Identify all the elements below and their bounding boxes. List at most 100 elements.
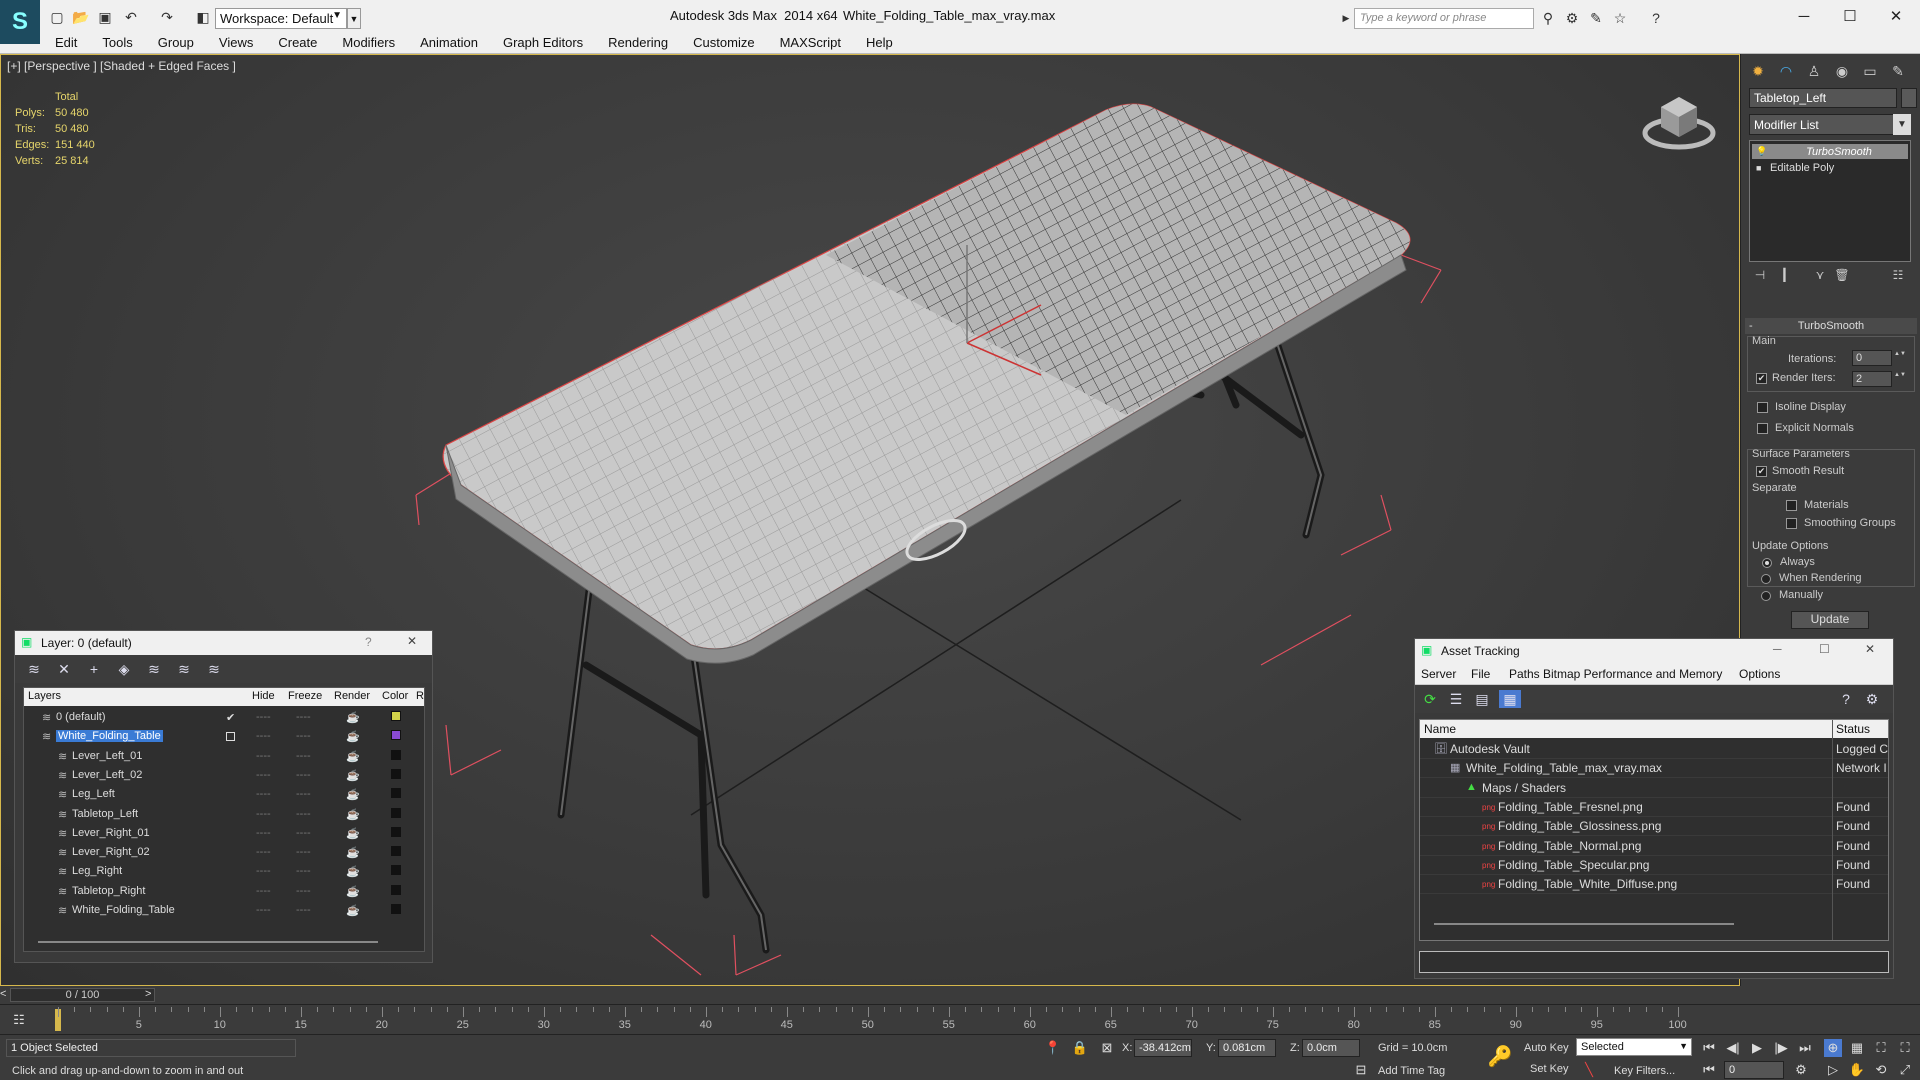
layer-color-swatch[interactable]	[391, 749, 401, 760]
render-teapot-icon[interactable]: ☕	[346, 769, 360, 782]
freeze-toggle[interactable]: ----	[296, 846, 311, 858]
asset-row[interactable]: 🗄 Autodesk Vault Logged C	[1420, 740, 1888, 759]
grid-view-icon[interactable]: ▦	[1499, 690, 1521, 708]
zoom-extents-all-icon[interactable]: ⛶	[1896, 1039, 1914, 1057]
open-file-icon[interactable]: 📂	[72, 9, 90, 25]
set-keys-mode-icon[interactable]: ╲	[1580, 1061, 1598, 1079]
layer-row[interactable]: ≋ White_Folding_Table ---- ---- ☕	[24, 727, 424, 746]
menu-tools[interactable]: Tools	[102, 35, 132, 50]
current-frame-field[interactable]: 0	[1724, 1061, 1784, 1079]
create-tab-icon[interactable]: ✹	[1745, 60, 1771, 82]
always-radio[interactable]	[1762, 558, 1772, 568]
hide-toggle[interactable]: ----	[256, 846, 271, 858]
hierarchy-tab-icon[interactable]: ♙	[1801, 60, 1827, 82]
render-teapot-icon[interactable]: ☕	[346, 730, 360, 743]
app-logo-icon[interactable]: S	[0, 0, 40, 44]
layer-color-swatch[interactable]	[391, 711, 401, 721]
menu-customize[interactable]: Customize	[693, 35, 754, 50]
when-rendering-radio[interactable]	[1761, 574, 1771, 584]
utilities-tab-icon[interactable]: ✎	[1885, 60, 1911, 82]
col-status[interactable]: Status	[1836, 722, 1870, 736]
set-active-checkbox[interactable]	[226, 732, 235, 742]
layer-color-swatch[interactable]	[391, 846, 401, 857]
turbosmooth-rollout-header[interactable]: - TurboSmooth	[1745, 318, 1917, 334]
next-key-icon[interactable]: |▶	[1772, 1039, 1790, 1057]
maximize-viewport-icon[interactable]: ⤢	[1896, 1061, 1914, 1079]
new-file-icon[interactable]: ▢	[48, 9, 66, 25]
x-coordinate-field[interactable]: -38.412cm	[1134, 1039, 1192, 1057]
freeze-toggle[interactable]: ----	[296, 788, 311, 800]
viewport-label[interactable]: [+] [Perspective ] [Shaded + Edged Faces…	[7, 59, 236, 73]
create-layer-icon[interactable]: ≋	[23, 660, 45, 678]
render-teapot-icon[interactable]: ☕	[346, 711, 360, 724]
layer-name[interactable]: Lever_Left_02	[72, 769, 142, 781]
hide-toggle[interactable]: ----	[256, 730, 271, 742]
freeze-toggle[interactable]: ----	[296, 711, 311, 723]
layer-color-swatch[interactable]	[391, 788, 401, 799]
hide-toggle[interactable]: ----	[256, 808, 271, 820]
redo-icon[interactable]: ↷	[158, 9, 176, 25]
workspace-select[interactable]: Workspace: Default ▼	[215, 8, 347, 29]
minimize-icon[interactable]: ─	[1784, 4, 1824, 28]
menu-create[interactable]: Create	[278, 35, 317, 50]
y-coordinate-field[interactable]: 0.081cm	[1218, 1039, 1276, 1057]
zoom-icon[interactable]: ⊕	[1824, 1039, 1842, 1057]
horizontal-scrollbar[interactable]	[1434, 923, 1734, 925]
selection-set-dropdown[interactable]: Selected ▼	[1576, 1038, 1692, 1056]
layer-row[interactable]: ≋ Leg_Left ---- ---- ☕	[24, 785, 424, 804]
settings-icon[interactable]: ⚙	[1861, 690, 1883, 708]
freeze-toggle[interactable]: ----	[296, 730, 311, 742]
motion-tab-icon[interactable]: ◉	[1829, 60, 1855, 82]
time-slider[interactable]: 0 / 100	[10, 988, 155, 1002]
layer-name[interactable]: 0 (default)	[56, 711, 106, 723]
hide-toggle[interactable]: ----	[256, 904, 271, 916]
asset-menu-paths[interactable]: Paths	[1509, 667, 1540, 681]
list-view-icon[interactable]: ☰	[1445, 690, 1467, 708]
maximize-icon[interactable]: ☐	[1830, 4, 1870, 28]
menu-views[interactable]: Views	[219, 35, 253, 50]
render-teapot-icon[interactable]: ☕	[346, 788, 360, 801]
layer-name[interactable]: Leg_Right	[72, 865, 122, 877]
update-button[interactable]: Update	[1791, 611, 1869, 629]
lightbulb-icon[interactable]: 💡	[1756, 146, 1767, 157]
project-folder-icon[interactable]: ◧	[194, 9, 212, 25]
layer-color-swatch[interactable]	[391, 826, 401, 837]
render-teapot-icon[interactable]: ☕	[346, 865, 360, 878]
layer-row[interactable]: ≋ 0 (default) ✔ ---- ---- ☕	[24, 708, 424, 727]
layer-row[interactable]: ≋ Lever_Right_01 ---- ---- ☕	[24, 824, 424, 843]
render-teapot-icon[interactable]: ☕	[346, 750, 360, 763]
menu-group[interactable]: Group	[158, 35, 194, 50]
stack-item-turbosmooth[interactable]: 💡 TurboSmooth	[1752, 144, 1908, 159]
freeze-toggle[interactable]: ----	[296, 865, 311, 877]
spinner-arrows-icon[interactable]: ▲▼	[1894, 371, 1906, 387]
zoom-extents-icon[interactable]: ⛶	[1872, 1039, 1890, 1057]
explicit-normals-checkbox[interactable]	[1757, 423, 1768, 434]
render-teapot-icon[interactable]: ☕	[346, 808, 360, 821]
select-objects-icon[interactable]: ◈	[113, 660, 135, 678]
hide-all-layers-icon[interactable]: ≋	[173, 660, 195, 678]
render-iters-spinner[interactable]: 2	[1852, 371, 1892, 387]
asset-row[interactable]: png Folding_Table_White_Diffuse.png Found	[1420, 875, 1888, 895]
search-input[interactable]: Type a keyword or phrase	[1354, 8, 1534, 29]
asset-path-field[interactable]	[1419, 951, 1889, 973]
close-icon[interactable]: ✕	[407, 634, 417, 648]
render-iters-checkbox[interactable]: ✔	[1756, 373, 1767, 384]
show-end-result-icon[interactable]: ▎	[1777, 268, 1799, 284]
binoculars-icon[interactable]: ⚲	[1538, 9, 1558, 27]
mini-curve-editor-icon[interactable]: ☷	[10, 1011, 28, 1029]
iterations-spinner[interactable]: 0	[1852, 350, 1892, 366]
make-unique-icon[interactable]: ⋎	[1809, 268, 1831, 284]
layer-color-swatch[interactable]	[391, 865, 401, 876]
freeze-toggle[interactable]: ----	[296, 808, 311, 820]
col-layers[interactable]: Layers	[28, 690, 61, 702]
col-render[interactable]: Render	[334, 690, 370, 702]
isoline-display-checkbox[interactable]	[1757, 402, 1768, 413]
object-color-swatch[interactable]	[1901, 88, 1917, 108]
asset-row[interactable]: ▲ Maps / Shaders	[1420, 779, 1888, 798]
maximize-icon[interactable]: ☐	[1819, 642, 1830, 656]
layer-name[interactable]: White_Folding_Table	[72, 904, 175, 916]
menu-edit[interactable]: Edit	[55, 35, 77, 50]
active-layer-icon[interactable]: ✔	[226, 711, 235, 724]
menu-modifiers[interactable]: Modifiers	[342, 35, 395, 50]
lock-selection-icon[interactable]: 🔒	[1071, 1039, 1089, 1057]
